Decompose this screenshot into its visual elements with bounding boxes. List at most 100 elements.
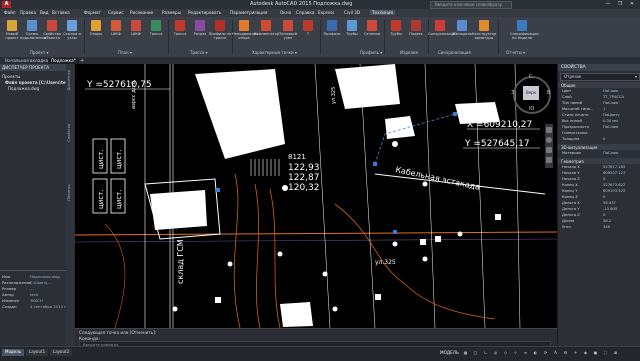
sync-button[interactable]: Синхронизация [428,19,458,47]
close-button[interactable]: ✕ [626,1,638,8]
section-button[interactable]: Разрез [190,19,210,47]
object-properties-button[interactable]: Свойства объекта [42,19,62,47]
route-button[interactable]: Трасса [170,19,190,47]
plus-icon[interactable]: + [572,350,579,356]
rebar-designer-button[interactable]: Конструктор арматуры [472,19,496,47]
vtab-properties[interactable]: Свойства [67,124,74,142]
tree-item-projects[interactable]: Проекты [2,74,20,79]
panel-label-route[interactable]: Трасса ▾ [190,50,208,55]
profile-icon [327,20,337,31]
annotation-scale-icon[interactable]: A [552,350,559,356]
prop-value: 4 сентября 2014 г. [30,304,68,309]
transparency-icon[interactable]: ◐ [532,350,539,356]
menu-item-tools[interactable]: Сервис [108,10,124,15]
menu-item-dimension[interactable]: Размеры [162,10,181,15]
menu-item-express[interactable]: Express [318,10,334,15]
new-project-button[interactable]: Новый проект [2,19,22,47]
links-nodes-button[interactable]: Ссылки и узлы [62,19,82,47]
viewcube[interactable]: Верх С В Ю З [511,74,551,114]
supports-button[interactable]: Опоры [86,19,106,47]
menu-item-format[interactable]: Формат [84,10,101,15]
panel-label-plan[interactable]: План ▾ [118,50,132,55]
lineweight-icon[interactable]: ≡ [522,350,529,356]
model-space-label[interactable]: МОДЕЛЬ [440,350,459,355]
hanger-button[interactable]: Подвес [406,19,426,47]
viewcube-top-face[interactable]: Верх [523,86,539,100]
panel-separator [320,20,321,54]
navigation-bar[interactable] [545,124,553,168]
polar-icon[interactable]: ◎ [492,350,499,356]
orbit-icon[interactable] [546,147,552,153]
tab-model[interactable]: Модель [2,349,25,356]
connection-schemes-button[interactable]: Схемы подключения [20,19,46,47]
profile-button[interactable]: Профиль [322,19,342,47]
menu-item-parametric[interactable]: Параметризация [230,10,267,15]
object-selector[interactable]: Отрезок ▾ [560,73,640,81]
otrack-icon[interactable]: ⊹ [512,350,519,356]
ortho-icon[interactable]: ∟ [482,350,489,356]
heat-node-button[interactable]: Тепловой узел [278,19,298,47]
search-input[interactable]: Введите ключевое слово/фразу [430,1,512,9]
panel-label-reports[interactable]: Отчеты ▾ [506,50,525,55]
selection-cycling-icon[interactable]: ⟳ [542,350,549,356]
showmotion-icon[interactable] [546,157,552,163]
menu-item-techline[interactable]: Техлиния [370,10,395,15]
panel-label-profile[interactable]: Профиль ▾ [360,50,382,55]
menu-item-edit[interactable]: Правка [20,10,36,15]
zoom-icon[interactable] [546,137,552,143]
panel-label-sync: Синхронизация [438,50,471,55]
menu-item-file[interactable]: Файл [4,10,16,15]
isolate-icon[interactable]: ◈ [582,350,589,356]
hatch-area [250,159,280,176]
menu-item-view[interactable]: Вид [40,10,49,15]
cabinet-icon [131,20,141,31]
trestle-label: Кабельная эстакада [395,165,481,192]
products-pipes-button[interactable]: Трубы [386,19,406,47]
vtab-palettes[interactable]: Палитры [67,184,74,201]
osnap-icon[interactable]: ◇ [502,350,509,356]
panel-header: ДИСПЕТЧЕР ПРОЕКТА [0,64,66,71]
pipes-button[interactable]: Трубы [342,19,362,47]
hardware-accel-icon[interactable]: ▣ [592,350,599,356]
compensator-button[interactable]: Компенсатор [254,19,279,47]
clean-screen-icon[interactable]: ⛶ [602,350,609,356]
app-logo-icon[interactable]: A [2,1,11,8]
customize-icon[interactable]: ≣ [612,350,619,356]
prop-value: tech [30,292,39,297]
menu-item-civil[interactable]: Civil 3D [344,10,360,15]
shkf-button[interactable]: ШКФ [106,19,126,47]
workspace-icon[interactable]: ⚙ [562,350,569,356]
menu-item-insert[interactable]: Вставка [52,10,70,15]
fixed-support-button[interactable]: Неподвижная опора [232,19,258,47]
model-spec-button[interactable]: Спецификация по модели [510,19,539,47]
minimize-button[interactable]: — [602,1,614,8]
prop-row[interactable]: Угол 346 [558,224,640,230]
route-plan-button[interactable]: Трасса [146,19,166,47]
menu-item-draw[interactable]: Рисование [130,10,153,15]
snap-icon[interactable]: ▢ [472,350,479,356]
panel-label-points[interactable]: Характерные точки ▾ [252,50,297,55]
tab-layout1[interactable]: Layout1 [26,349,49,356]
vtab-manager[interactable]: Диспетчер [67,70,74,90]
panel-label-project[interactable]: Проект ▾ [30,50,48,55]
tree-item-drawing[interactable]: Подложка.dwg [8,86,39,91]
profile-by-route-button[interactable]: Профиль по трассе [209,19,231,47]
menu-item-window[interactable]: Окно [280,10,291,15]
menu-item-help[interactable]: Справка [296,10,314,15]
prop-row[interactable]: Толщина 0 [558,136,640,142]
maximize-button[interactable]: ❐ [614,1,626,8]
menu-item-modify[interactable]: Редактировать [188,10,221,15]
sections-button[interactable]: Сечения [362,19,382,47]
prop-row[interactable]: Материал ПоСлою [558,150,640,156]
shkf-button-2[interactable]: ШКФ [126,19,146,47]
tee-button[interactable]: Т [298,19,318,47]
model-3d-button[interactable]: 3D модель [452,19,472,47]
tab-layout2[interactable]: Layout2 [50,349,73,356]
prop-key: Изменен [2,298,20,303]
pan-icon[interactable] [546,127,552,133]
drawing-canvas[interactable]: Y =527610,75 X =609210,27 Y =527645,17 8… [75,64,557,328]
sign-label: цист. [97,150,105,169]
grid-icon[interactable]: ▦ [462,350,469,356]
panel-separator [498,20,499,54]
sign-label: цист. [115,150,123,169]
